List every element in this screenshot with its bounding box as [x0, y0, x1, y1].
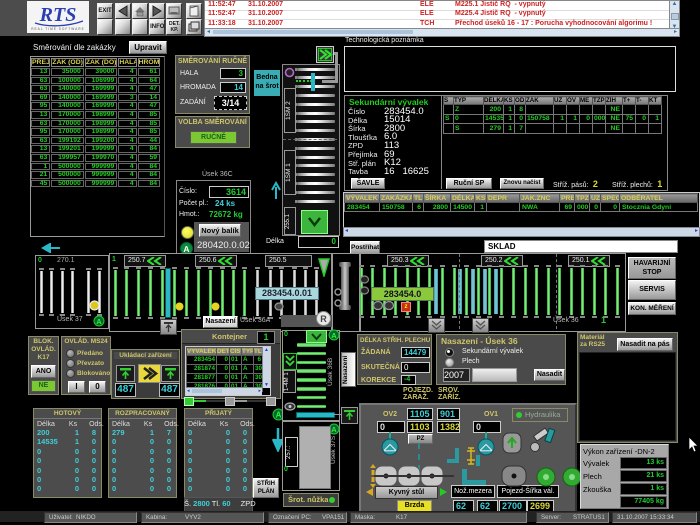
svg-text:REAL TIME SOFTWARE: REAL TIME SOFTWARE: [31, 27, 84, 31]
svg-text:R: R: [320, 314, 327, 324]
svg-text:A: A: [331, 331, 337, 340]
svg-text:A: A: [96, 317, 102, 326]
svg-text:A: A: [276, 411, 282, 420]
svg-text:RTS: RTS: [39, 4, 77, 26]
